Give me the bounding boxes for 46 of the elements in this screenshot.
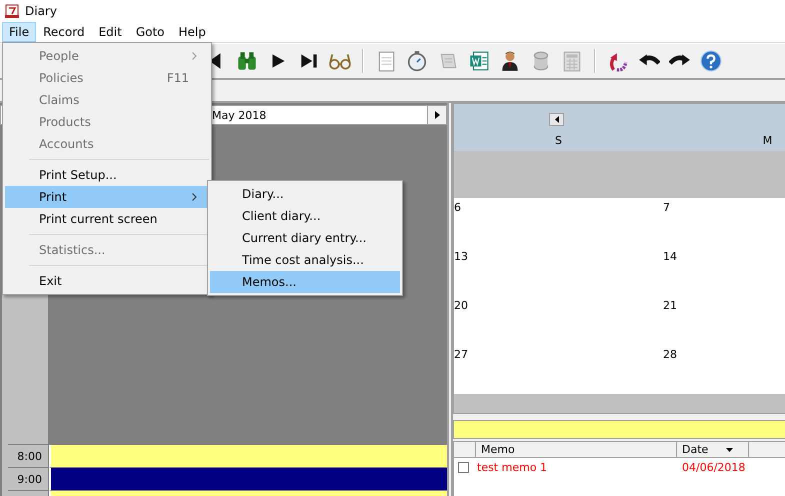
menu-item[interactable]: Memos... [210,271,400,293]
menu[interactable]: Goto [128,22,172,42]
date-header: May 2018 [212,108,266,122]
menu[interactable]: File [2,22,36,42]
right-arrow-icon [434,111,440,119]
menu[interactable]: Edit [92,22,129,42]
time-slot[interactable] [49,468,447,491]
left-arrow-icon [554,116,558,123]
time-label: 9:00 [17,472,42,486]
menu[interactable]: Record [36,22,92,42]
column-header[interactable]: Date [677,442,749,458]
next-button[interactable] [427,106,446,124]
day-number: 28 [663,348,677,361]
menu-item[interactable]: Current diary entry... [210,227,400,249]
word-document-icon[interactable] [468,50,490,72]
day-number: 7 [663,201,670,214]
help-icon[interactable] [700,50,722,72]
memo-input-bar[interactable] [453,420,785,439]
menu-item[interactable]: Print [5,186,209,208]
menu[interactable]: Help [172,22,213,42]
day-number: 27 [454,348,468,361]
window-title: Diary [25,4,57,18]
weekday-label: S [555,134,562,147]
menu-item[interactable]: Print Setup... [5,164,209,186]
time-slot[interactable] [49,445,447,468]
binoculars-icon[interactable] [236,50,258,72]
checkbox[interactable] [458,462,469,472]
previous-button[interactable] [549,113,564,126]
column-header[interactable]: Memo [476,442,677,458]
day-number: 6 [454,201,461,214]
menu-item[interactable]: Time cost analysis... [210,249,400,271]
memo-text: test memo 1 [477,460,548,474]
menu-item[interactable]: Client diary... [210,205,400,227]
app-icon [4,3,20,19]
sort-arrow-icon [726,448,734,452]
day-number: 20 [454,299,468,312]
day-number: 21 [663,299,677,312]
menu-item[interactable]: Exit [5,270,209,292]
stopwatch-icon[interactable] [406,50,428,72]
day-number: 14 [663,250,677,263]
weekday-label: M [762,134,772,147]
menu-item[interactable]: Print current screen [5,208,209,230]
memo-date: 04/06/2018 [682,460,746,474]
time-label: 8:00 [17,450,42,462]
menu-item[interactable]: Diary... [210,183,400,205]
day-number: 13 [454,250,468,263]
